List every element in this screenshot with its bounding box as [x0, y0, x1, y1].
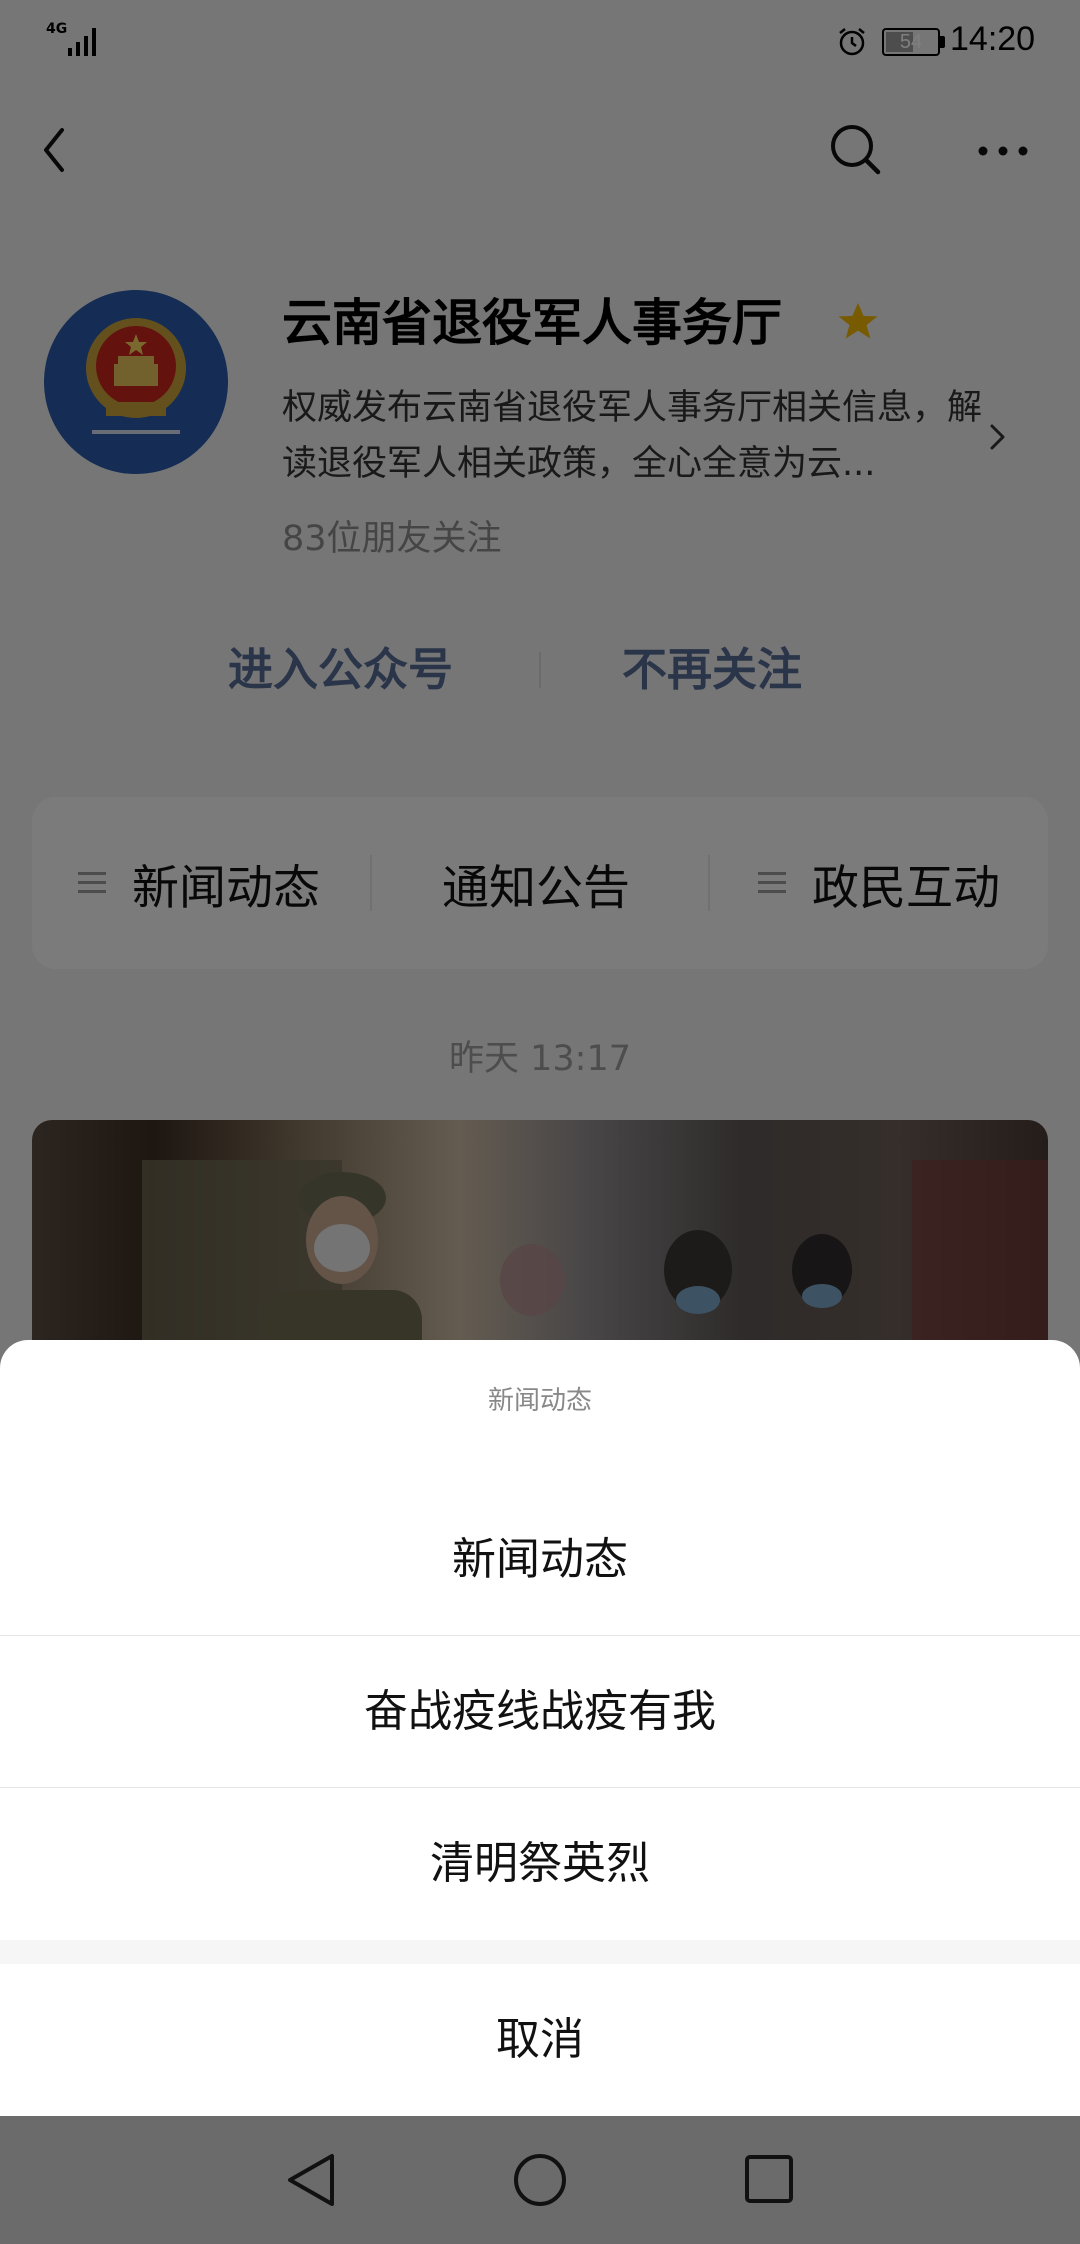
sheet-separator: [0, 1940, 1080, 1964]
nav-home-icon[interactable]: [512, 2152, 568, 2208]
cancel-button[interactable]: 取消: [0, 1964, 1080, 2116]
sheet-option-news[interactable]: 新闻动态: [0, 1484, 1080, 1636]
nav-recents-icon[interactable]: [744, 2154, 794, 2204]
sheet-option-epidemic[interactable]: 奋战疫线战疫有我: [0, 1636, 1080, 1788]
action-sheet: 新闻动态 新闻动态 奋战疫线战疫有我 清明祭英烈 取消: [0, 1340, 1080, 2116]
action-sheet-title: 新闻动态: [487, 1386, 592, 1416]
nav-back-icon[interactable]: [284, 2150, 338, 2210]
system-navigation-bar: [0, 2116, 1080, 2244]
sheet-option-qingming[interactable]: 清明祭英烈: [0, 1788, 1080, 1940]
